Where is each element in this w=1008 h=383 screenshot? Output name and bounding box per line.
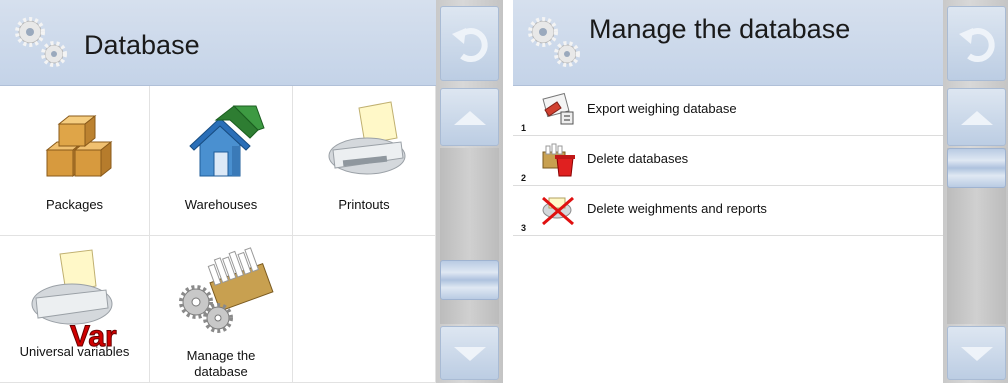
header-bar: Manage the database	[513, 0, 943, 86]
tile-label: Warehouses	[184, 197, 258, 212]
scrollbar[interactable]	[440, 148, 499, 324]
card-file-gears-icon	[179, 247, 274, 333]
item-number: 1	[521, 123, 527, 133]
settings-gears-icon	[15, 17, 67, 67]
header-bar: Database	[0, 0, 436, 86]
manage-database-screen: Manage the database 1 Export weighing da…	[513, 0, 1008, 383]
menu-grid: Packages Warehouses Printouts Var Univer…	[0, 86, 436, 383]
item-label: Delete weighments and reports	[587, 201, 767, 216]
tile-manage-database[interactable]: Manage the database	[150, 236, 293, 383]
printer-var-icon: Var	[31, 249, 117, 348]
arrow-down-icon	[453, 347, 486, 361]
list-item-delete-databases[interactable]: 2 Delete databases	[513, 136, 943, 186]
scrollbar[interactable]	[947, 148, 1006, 324]
arrow-up-icon	[960, 111, 993, 125]
tile-empty	[293, 236, 436, 383]
tile-printouts[interactable]: Printouts	[293, 86, 436, 236]
boxes-icon	[45, 114, 112, 178]
arrow-down-icon	[960, 347, 993, 361]
navigation-sidebar	[436, 0, 503, 383]
tile-packages[interactable]: Packages	[0, 86, 150, 236]
tile-label: Universal variables	[19, 344, 130, 359]
back-button[interactable]	[947, 6, 1006, 81]
export-database-icon	[542, 92, 574, 125]
item-number: 2	[521, 173, 527, 183]
tile-label: Packages	[45, 197, 104, 212]
scroll-thumb[interactable]	[947, 148, 1006, 188]
arrow-up-icon	[453, 111, 486, 125]
tile-label: Printouts	[338, 197, 390, 212]
delete-database-icon	[542, 143, 575, 177]
scroll-down-button[interactable]	[947, 326, 1006, 380]
undo-arrow-icon	[958, 27, 995, 62]
options-list: 1 Export weighing database 2 Delete data…	[513, 86, 943, 236]
undo-arrow-icon	[451, 27, 488, 62]
printer-icon	[328, 101, 406, 175]
item-number: 3	[521, 223, 527, 233]
house-icon	[189, 105, 265, 177]
list-item-delete-weighments-and-reports[interactable]: 3 Delete weighments and reports	[513, 186, 943, 236]
scroll-down-button[interactable]	[440, 326, 499, 380]
tile-universal-variables[interactable]: Var Universal variables	[0, 236, 150, 383]
item-label: Export weighing database	[587, 101, 737, 116]
scroll-up-button[interactable]	[440, 88, 499, 146]
page-title: Database	[84, 30, 200, 60]
settings-gears-icon	[528, 17, 580, 67]
navigation-sidebar	[943, 0, 1008, 383]
database-menu-screen: Database Packages Warehouses Printouts V…	[0, 0, 503, 383]
back-button[interactable]	[440, 6, 499, 81]
item-label: Delete databases	[587, 151, 689, 166]
tile-warehouses[interactable]: Warehouses	[150, 86, 293, 236]
scroll-up-button[interactable]	[947, 88, 1006, 146]
tile-label: Manage the database	[186, 348, 256, 379]
page-title: Manage the database	[589, 14, 851, 44]
scroll-thumb[interactable]	[440, 260, 499, 300]
list-item-export-weighing-database[interactable]: 1 Export weighing database	[513, 86, 943, 136]
delete-weighments-icon	[542, 196, 574, 226]
